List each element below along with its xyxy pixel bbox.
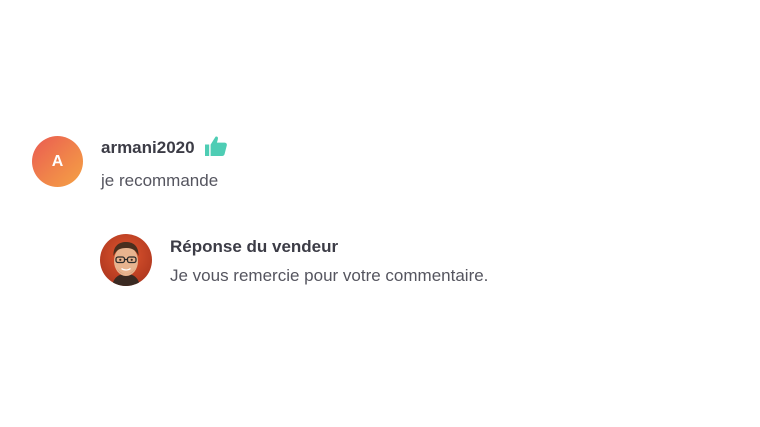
seller-reply-text: Je vous remercie pour votre commentaire.	[170, 266, 489, 285]
reviewer-username[interactable]: armani2020	[101, 138, 195, 158]
thumbs-up-icon	[204, 135, 228, 157]
review-header: armani2020	[101, 135, 228, 158]
seller-reply-title: Réponse du vendeur	[170, 237, 339, 256]
reviewer-avatar: A	[32, 136, 83, 187]
review-comment: je recommande	[101, 171, 219, 190]
seller-avatar	[100, 234, 152, 286]
avatar-initial: A	[51, 152, 64, 170]
